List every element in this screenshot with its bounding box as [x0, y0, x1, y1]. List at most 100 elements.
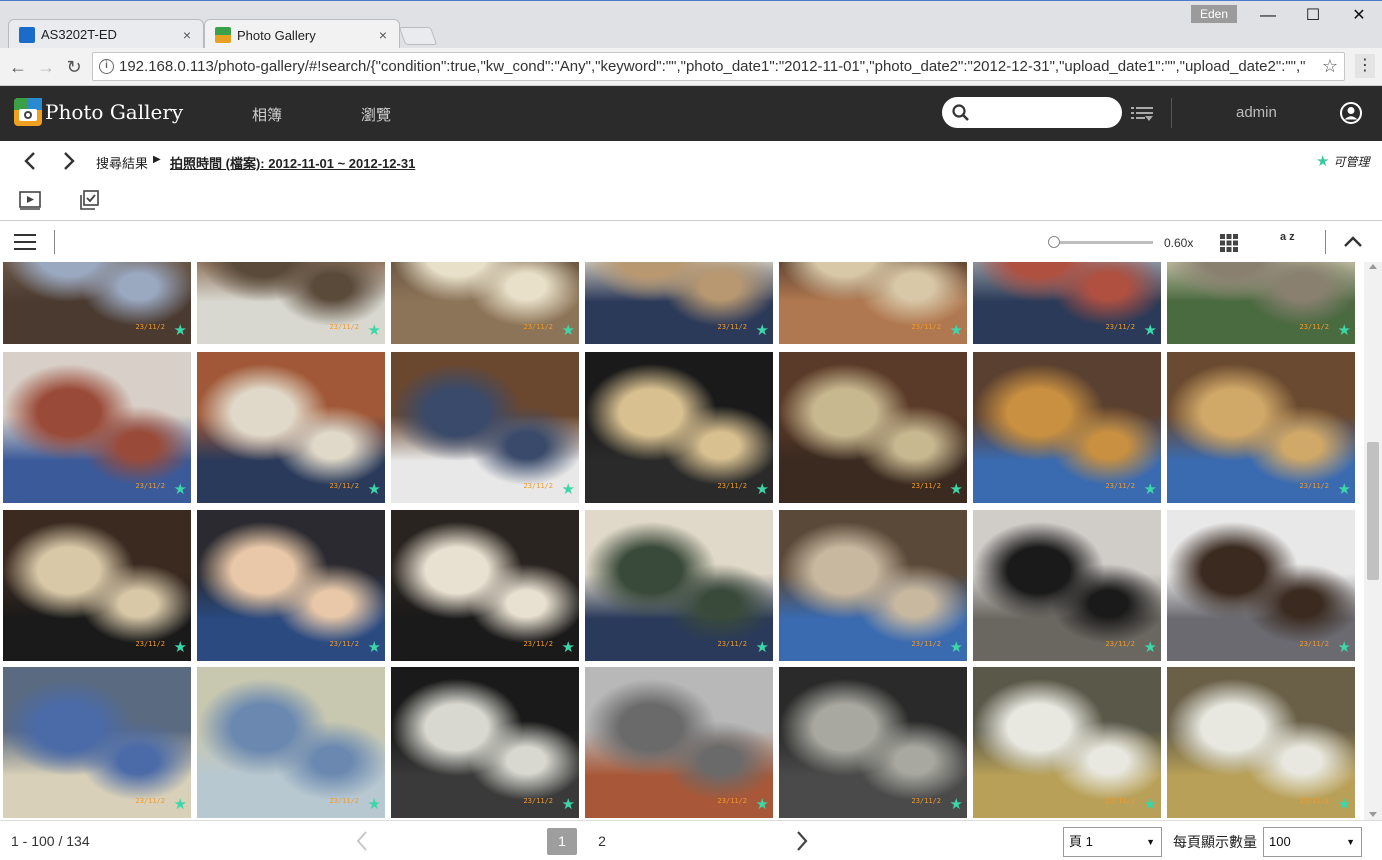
photo-thumbnail[interactable]: 23/11/2 ★ [973, 352, 1161, 503]
url-text: 192.168.0.113/photo-gallery/#!search/{"c… [119, 58, 1306, 75]
minimize-button[interactable]: — [1245, 5, 1291, 27]
photo-thumbnail[interactable]: 23/11/2 ★ [585, 262, 773, 344]
forward-arrow-icon[interactable]: → [34, 55, 58, 79]
photo-date-stamp: 23/11/2 [523, 640, 553, 648]
photo-thumbnail[interactable]: 23/11/2 ★ [197, 667, 385, 818]
app-header: Photo Gallery 相簿 瀏覽 admin [0, 86, 1382, 141]
search-icon[interactable] [952, 104, 969, 121]
photo-thumbnail[interactable]: 23/11/2 ★ [973, 667, 1161, 818]
photo-date-stamp: 23/11/2 [135, 640, 165, 648]
photo-date-stamp: 23/11/2 [1105, 640, 1135, 648]
prev-page-icon[interactable] [355, 830, 369, 852]
back-arrow-icon[interactable]: ← [6, 55, 30, 79]
chevron-up-icon[interactable] [1343, 236, 1363, 248]
photo-thumbnail[interactable]: 23/11/2 ★ [973, 262, 1161, 344]
photo-date-stamp: 23/11/2 [1299, 323, 1329, 331]
maximize-button[interactable]: ☐ [1290, 5, 1336, 27]
photo-thumbnail[interactable]: 23/11/2 ★ [391, 352, 579, 503]
zoom-slider-handle[interactable] [1048, 236, 1060, 248]
photo-date-stamp: 23/11/2 [717, 482, 747, 490]
user-account-icon[interactable] [1340, 102, 1362, 124]
scroll-up-icon[interactable] [1369, 264, 1377, 269]
info-icon[interactable]: i [99, 59, 114, 74]
chevron-left-icon[interactable] [20, 150, 40, 172]
photo-date-stamp: 23/11/2 [911, 323, 941, 331]
grid-view-icon[interactable] [1220, 234, 1238, 252]
photo-date-stamp: 23/11/2 [135, 323, 165, 331]
photo-thumbnail[interactable]: 23/11/2 ★ [1167, 667, 1355, 818]
photo-thumbnail[interactable]: 23/11/2 ★ [779, 352, 967, 503]
star-icon: ★ [367, 481, 381, 498]
search-input[interactable] [976, 102, 1112, 122]
photo-date-stamp: 23/11/2 [523, 323, 553, 331]
select-mode-icon[interactable] [80, 190, 102, 210]
page-1-button[interactable]: 1 [547, 828, 577, 855]
close-icon[interactable]: × [179, 27, 195, 43]
page-select[interactable]: 頁 1 ▼ [1063, 827, 1162, 857]
star-icon: ★ [1143, 481, 1157, 498]
breadcrumb-current[interactable]: 拍照時間 (檔案): 2012-11-01 ~ 2012-12-31 [170, 153, 415, 172]
photo-thumbnail[interactable]: 23/11/2 ★ [197, 262, 385, 344]
scrollbar-thumb[interactable] [1367, 442, 1379, 580]
browser-menu-icon[interactable]: ⋮ [1355, 54, 1375, 78]
toolbar-divider [54, 230, 55, 254]
tab-title: Photo Gallery [237, 27, 316, 43]
photo-thumbnail[interactable]: 23/11/2 ★ [585, 667, 773, 818]
photo-date-stamp: 23/11/2 [135, 797, 165, 805]
photo-thumbnail[interactable]: 23/11/2 ★ [779, 262, 967, 344]
zoom-slider[interactable] [1053, 241, 1153, 244]
photo-thumbnail[interactable]: 23/11/2 ★ [779, 510, 967, 661]
photo-date-stamp: 23/11/2 [1299, 482, 1329, 490]
per-page-select[interactable]: 100 ▼ [1263, 827, 1362, 857]
photo-thumbnail[interactable]: 23/11/2 ★ [585, 510, 773, 661]
new-tab-button[interactable] [398, 27, 438, 45]
advanced-search-icon[interactable] [1131, 106, 1153, 122]
user-name[interactable]: admin [1236, 104, 1277, 121]
slideshow-icon[interactable] [19, 190, 41, 210]
star-icon: ★ [949, 796, 963, 813]
profile-chip[interactable]: Eden [1191, 5, 1237, 23]
star-icon: ★ [1143, 639, 1157, 656]
breadcrumb-root[interactable]: 搜尋結果 [96, 153, 148, 172]
next-page-icon[interactable] [795, 830, 809, 852]
sort-az-icon[interactable]: a z [1280, 232, 1302, 254]
action-bar [0, 181, 1382, 221]
nav-browse[interactable]: 瀏覽 [361, 104, 391, 125]
photo-thumbnail[interactable]: 23/11/2 ★ [1167, 262, 1355, 344]
photo-thumbnail[interactable]: 23/11/2 ★ [1167, 510, 1355, 661]
toolbar-divider [1325, 230, 1326, 254]
photo-thumbnail[interactable]: 23/11/2 ★ [391, 667, 579, 818]
nav-albums[interactable]: 相簿 [252, 104, 282, 125]
close-window-button[interactable]: ✕ [1336, 5, 1382, 27]
header-divider [1171, 98, 1172, 128]
photo-thumbnail[interactable]: 23/11/2 ★ [779, 667, 967, 818]
browser-tab-photo-gallery[interactable]: Photo Gallery × [204, 19, 400, 50]
photo-thumbnail[interactable]: 23/11/2 ★ [3, 262, 191, 344]
page-2-button[interactable]: 2 [587, 828, 617, 855]
star-icon: ★ [367, 322, 381, 339]
photo-thumbnail[interactable]: 23/11/2 ★ [197, 352, 385, 503]
bookmark-star-icon[interactable]: ☆ [1322, 53, 1338, 80]
photo-thumbnail[interactable]: 23/11/2 ★ [391, 510, 579, 661]
photo-thumbnail[interactable]: 23/11/2 ★ [1167, 352, 1355, 503]
photo-thumbnail[interactable]: 23/11/2 ★ [3, 667, 191, 818]
menu-icon[interactable] [14, 233, 36, 251]
star-icon: ★ [561, 481, 575, 498]
scroll-down-icon[interactable] [1369, 812, 1377, 817]
photo-thumbnail[interactable]: 23/11/2 ★ [391, 262, 579, 344]
reload-icon[interactable]: ↻ [62, 55, 86, 79]
photo-thumbnail[interactable]: 23/11/2 ★ [3, 510, 191, 661]
photo-thumbnail[interactable]: 23/11/2 ★ [585, 352, 773, 503]
star-icon: ★ [173, 481, 187, 498]
browser-tab-as3202t[interactable]: AS3202T-ED × [8, 19, 204, 49]
photo-grid: 23/11/2 ★ 23/11/2 ★ 23/11/2 ★ 23/11/2 ★ 23/11/2 ★… [0, 262, 1362, 820]
photo-date-stamp: 23/11/2 [911, 640, 941, 648]
star-icon: ★ [755, 639, 769, 656]
scrollbar[interactable] [1364, 262, 1382, 820]
photo-thumbnail[interactable]: 23/11/2 ★ [197, 510, 385, 661]
photo-thumbnail[interactable]: 23/11/2 ★ [973, 510, 1161, 661]
address-bar[interactable]: i 192.168.0.113/photo-gallery/#!search/{… [92, 52, 1345, 81]
photo-thumbnail[interactable]: 23/11/2 ★ [3, 352, 191, 503]
close-icon[interactable]: × [375, 27, 391, 43]
chevron-right-icon[interactable] [59, 150, 79, 172]
